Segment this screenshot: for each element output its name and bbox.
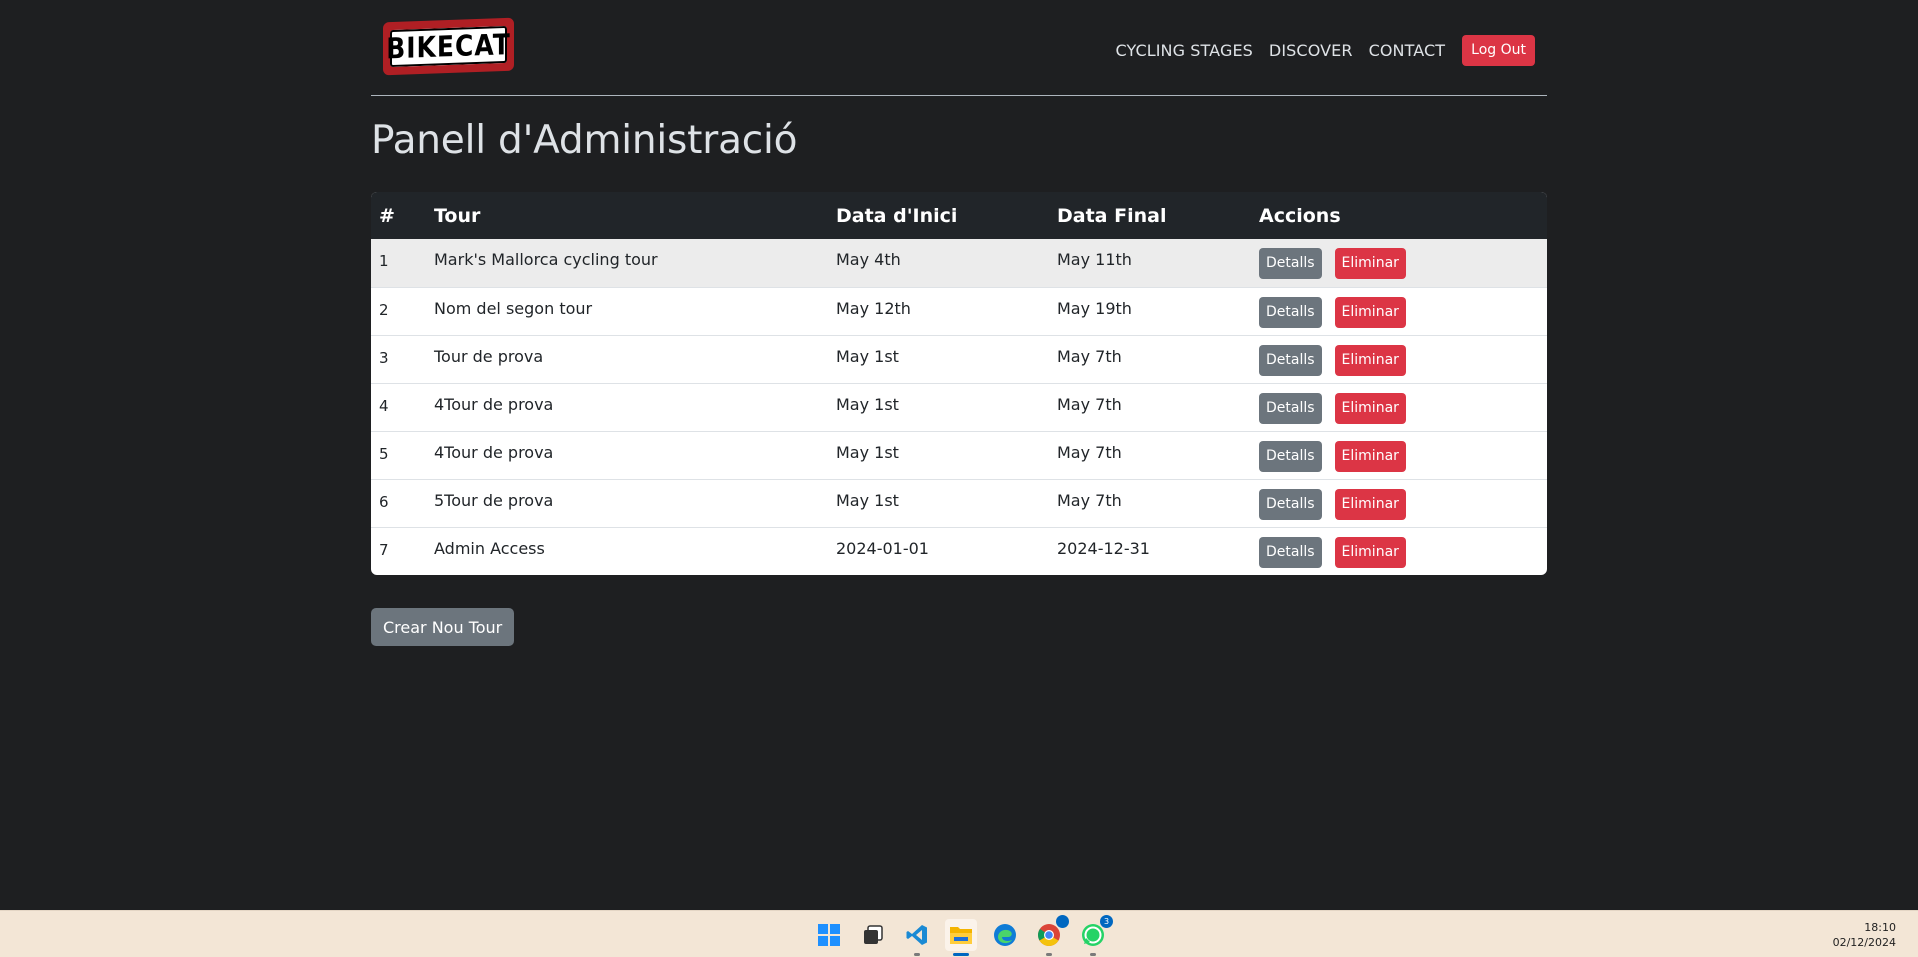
end-date: May 7th — [1057, 442, 1122, 462]
tour-name: 5Tour de prova — [434, 490, 554, 510]
delete-button[interactable]: Eliminar — [1334, 296, 1406, 328]
nav-cycling-stages[interactable]: CYCLING STAGES — [1115, 41, 1252, 60]
nav-discover[interactable]: DISCOVER — [1269, 41, 1353, 60]
end-date: May 19th — [1057, 298, 1132, 318]
end-date: May 7th — [1057, 346, 1122, 366]
end-date: May 7th — [1057, 394, 1122, 414]
logo-text: BIKECAT — [386, 27, 511, 66]
clock-date: 02/12/2024 — [1832, 936, 1896, 949]
end-date: May 7th — [1057, 490, 1122, 510]
whatsapp-badge: 3 — [1100, 915, 1113, 928]
row-actions: Detalls Eliminar — [1251, 479, 1547, 527]
column-header-actions: Accions — [1259, 204, 1341, 227]
page-container: BIKECAT CYCLING STAGES DISCOVER CONTACT … — [371, 0, 1547, 646]
details-button[interactable]: Detalls — [1259, 392, 1322, 424]
vscode-icon[interactable] — [901, 919, 933, 956]
end-date: 2024-12-31 — [1057, 538, 1150, 558]
table-row: 7 Admin Access 2024-01-01 2024-12-31 Det… — [371, 527, 1547, 575]
delete-button[interactable]: Eliminar — [1334, 248, 1406, 279]
clock-time: 18:10 — [1864, 921, 1896, 934]
taskbar-icons: 3 — [813, 915, 1121, 956]
row-number: 3 — [379, 348, 389, 367]
table-row: 2 Nom del segon tour May 12th May 19th D… — [371, 287, 1547, 335]
column-header-end-date: Data Final — [1057, 204, 1167, 227]
details-button[interactable]: Detalls — [1259, 344, 1322, 376]
tour-name: Tour de prova — [434, 346, 544, 366]
tours-table: # Tour Data d'Inici Data Final Accions 1… — [371, 192, 1547, 575]
page-title: Panell d'Administració — [371, 118, 798, 163]
details-button[interactable]: Detalls — [1259, 440, 1322, 472]
start-date: May 12th — [836, 298, 911, 318]
table-row: 4 4Tour de prova May 1st May 7th Detalls… — [371, 383, 1547, 431]
delete-button[interactable]: Eliminar — [1334, 344, 1406, 376]
start-date: May 1st — [836, 346, 899, 366]
column-header-start-date: Data d'Inici — [836, 204, 958, 227]
edge-icon[interactable] — [989, 919, 1021, 951]
start-date: May 4th — [836, 250, 901, 269]
row-number: 2 — [379, 300, 389, 319]
start-date: May 1st — [836, 394, 899, 414]
table-row: 5 4Tour de prova May 1st May 7th Detalls… — [371, 431, 1547, 479]
column-header-tour: Tour — [434, 204, 481, 227]
row-number: 6 — [379, 492, 389, 511]
tour-name: 4Tour de prova — [434, 394, 554, 414]
tour-name: Admin Access — [434, 538, 545, 558]
row-number: 1 — [379, 252, 389, 270]
bikecat-logo[interactable]: BIKECAT — [383, 17, 514, 76]
details-button[interactable]: Detalls — [1259, 536, 1322, 568]
tour-name: Mark's Mallorca cycling tour — [434, 250, 658, 269]
row-number: 5 — [379, 444, 389, 463]
task-view-icon[interactable] — [857, 919, 889, 951]
start-date: May 1st — [836, 490, 899, 510]
header: BIKECAT CYCLING STAGES DISCOVER CONTACT … — [371, 0, 1547, 96]
nav-contact[interactable]: CONTACT — [1369, 41, 1446, 60]
row-number: 4 — [379, 396, 389, 415]
chrome-badge — [1056, 915, 1069, 928]
delete-button[interactable]: Eliminar — [1334, 488, 1406, 520]
whatsapp-icon[interactable]: 3 — [1077, 915, 1113, 956]
create-tour-button[interactable]: Crear Nou Tour — [371, 608, 515, 646]
end-date: May 11th — [1057, 250, 1132, 269]
start-date: 2024-01-01 — [836, 538, 929, 558]
details-button[interactable]: Detalls — [1259, 296, 1322, 328]
row-actions: Detalls Eliminar — [1251, 239, 1547, 287]
main-nav: CYCLING STAGES DISCOVER CONTACT Log Out — [1115, 35, 1535, 66]
delete-button[interactable]: Eliminar — [1334, 536, 1406, 568]
start-date: May 1st — [836, 442, 899, 462]
table-row: 3 Tour de prova May 1st May 7th Detalls E… — [371, 335, 1547, 383]
details-button[interactable]: Detalls — [1259, 488, 1322, 520]
file-explorer-icon[interactable] — [945, 919, 977, 956]
column-header-number: # — [379, 204, 395, 227]
row-actions: Detalls Eliminar — [1251, 287, 1547, 335]
logout-button[interactable]: Log Out — [1462, 35, 1535, 66]
delete-button[interactable]: Eliminar — [1334, 440, 1406, 472]
chrome-icon[interactable] — [1033, 915, 1069, 956]
row-number: 7 — [379, 540, 389, 559]
tour-name: Nom del segon tour — [434, 298, 593, 318]
details-button[interactable]: Detalls — [1259, 248, 1322, 279]
tour-name: 4Tour de prova — [434, 442, 554, 462]
row-actions: Detalls Eliminar — [1251, 431, 1547, 479]
row-actions: Detalls Eliminar — [1251, 383, 1547, 431]
windows-start-icon[interactable] — [813, 919, 845, 951]
taskbar: 3 18:10 02/12/2024 — [0, 910, 1918, 957]
table-row: 6 5Tour de prova May 1st May 7th Detalls… — [371, 479, 1547, 527]
system-clock[interactable]: 18:10 02/12/2024 — [1833, 920, 1896, 950]
table-header-row: # Tour Data d'Inici Data Final Accions — [371, 192, 1547, 239]
delete-button[interactable]: Eliminar — [1334, 392, 1406, 424]
row-actions: Detalls Eliminar — [1251, 335, 1547, 383]
table-row: 1 Mark's Mallorca cycling tour May 4th M… — [371, 239, 1547, 287]
row-actions: Detalls Eliminar — [1251, 527, 1547, 575]
